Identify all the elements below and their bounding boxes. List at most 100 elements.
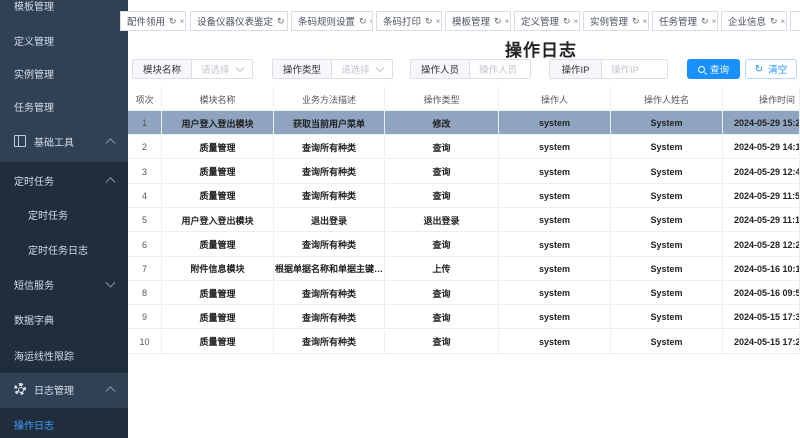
tag-label: 设备仪器仪表鉴定 <box>197 17 274 28</box>
tag-barcode-print[interactable]: 条码打印 ↻ × <box>376 11 442 31</box>
refresh-icon[interactable]: ↻ <box>425 16 433 27</box>
cell-op-type: 查询 <box>385 281 499 306</box>
cell-method-desc: 根据单据名称和单据主键… <box>274 256 385 281</box>
cell-module: 质量管理 <box>162 232 274 257</box>
gear-icon <box>14 383 26 395</box>
column-header-operator-name[interactable]: 操作人姓名 <box>611 87 723 111</box>
cell-op-time: 2024-05-16 09:5 <box>723 281 800 306</box>
close-icon[interactable]: × <box>370 17 372 26</box>
chevron-down-icon <box>105 277 116 288</box>
cell-module: 附件信息模块 <box>162 256 274 281</box>
query-button[interactable]: 查询 <box>687 59 740 79</box>
tag-enterprise-info[interactable]: 企业信息 ↻ × <box>721 11 787 31</box>
cell-index: 8 <box>128 281 162 306</box>
cell-module: 用户登入登出模块 <box>162 111 274 135</box>
search-icon <box>697 65 705 73</box>
tag-label: 任务管理 <box>659 17 698 28</box>
column-header-method-desc[interactable]: 业务方法描述 <box>274 87 385 111</box>
close-icon[interactable]: × <box>180 17 185 26</box>
tag-label: 条码打印 <box>383 17 422 28</box>
ip-filter-label: 操作IP <box>550 60 602 78</box>
sidebar-item-scheduled-tasks[interactable]: 定时任务 <box>0 198 128 231</box>
cell-method-desc: 查询所有种类 <box>274 281 385 306</box>
column-header-module[interactable]: 模块名称 <box>162 87 274 111</box>
refresh-icon[interactable]: ↻ <box>632 16 640 27</box>
tag-instrument-calibration[interactable]: 设备仪器仪表鉴定 ↻ × <box>190 11 288 31</box>
sidebar-item-label: 短信服务 <box>14 280 54 292</box>
cell-index: 2 <box>128 135 162 160</box>
table-row[interactable]: 5 用户登入登出模块 退出登录 退出登录 system System 2024-05-29 … <box>128 208 800 233</box>
sidebar-item-data-dictionary[interactable]: 数据字典 <box>0 301 128 337</box>
cell-op-time: 2024-05-29 11:5 <box>723 183 800 208</box>
close-icon[interactable]: × <box>436 17 441 26</box>
tag-template-mgmt[interactable]: 模板管理 ↻ × <box>445 11 511 31</box>
tag-parts-requisition[interactable]: 配件领用 ↻ × <box>120 11 186 31</box>
sidebar-item-label: 定时任务 <box>28 211 68 222</box>
column-header-operator[interactable]: 操作人 <box>499 87 611 111</box>
sidebar-item-scheduled-task-log[interactable]: 定时任务日志 <box>0 231 128 267</box>
refresh-icon[interactable]: ↻ <box>169 16 177 27</box>
sidebar-item-operation-log[interactable]: 操作日志 <box>0 408 128 438</box>
close-icon[interactable]: × <box>712 17 717 26</box>
operator-input[interactable]: 操作人员 <box>470 60 530 78</box>
cell-index: 4 <box>128 183 162 208</box>
refresh-icon[interactable]: ↻ <box>277 16 285 27</box>
operator-filter[interactable]: 操作人员 操作人员 <box>410 59 531 79</box>
ip-input[interactable]: 操作IP <box>602 60 667 78</box>
table-row[interactable]: 9 质量管理 查询所有种类 查询 system System 2024-05-15 17:3 <box>128 305 800 330</box>
tag-task-mgmt[interactable]: 任务管理 ↻ × <box>652 11 718 31</box>
module-filter[interactable]: 模块名称 请选择 <box>132 59 253 79</box>
refresh-icon[interactable]: ↻ <box>494 16 502 27</box>
ip-filter[interactable]: 操作IP 操作IP <box>549 59 668 79</box>
sidebar: 模板管理 定义管理 实例管理 任务管理 基础工具 定时任务 定时任务 定时任务日… <box>0 0 128 438</box>
sidebar-item-log-mgmt[interactable]: 日志管理 <box>0 374 128 404</box>
tag-instance-mgmt[interactable]: 实例管理 ↻ × <box>583 11 649 31</box>
column-header-op-time[interactable]: 操作时间 <box>723 87 800 111</box>
sidebar-item-sms-service[interactable]: 短信服务 <box>0 267 128 301</box>
close-icon[interactable]: × <box>781 17 786 26</box>
cell-operator: system <box>499 183 611 208</box>
sidebar-item-task-mgmt[interactable]: 任务管理 <box>0 91 128 121</box>
close-icon[interactable]: × <box>505 17 510 26</box>
tools-icon <box>14 135 26 147</box>
tag-barcode-rules[interactable]: 条码规则设置 ↻ × <box>291 11 373 31</box>
tag-label: 定义管理 <box>521 17 560 28</box>
refresh-icon[interactable]: ↻ <box>359 16 367 27</box>
sidebar-item-instance-mgmt[interactable]: 实例管理 <box>0 58 128 88</box>
module-select[interactable]: 请选择 <box>192 60 252 78</box>
column-header-index[interactable]: 项次 <box>128 87 162 111</box>
refresh-icon[interactable]: ↻ <box>563 16 571 27</box>
table-row[interactable]: 4 质量管理 查询所有种类 查询 system System 2024-05-29 11:5 <box>128 183 800 208</box>
table-row[interactable]: 3 质量管理 查询所有种类 查询 system System 2024-05-29 12:4 <box>128 159 800 184</box>
table-row[interactable]: 8 质量管理 查询所有种类 查询 system System 2024-05-16 09:5 <box>128 281 800 306</box>
sidebar-item-template-mgmt[interactable]: 模板管理 <box>0 0 128 14</box>
reset-button[interactable]: ↻ 清空 <box>745 59 797 79</box>
op-type-select[interactable]: 请选择 <box>332 60 392 78</box>
tag-definition-mgmt[interactable]: 定义管理 ↻ × <box>514 11 580 31</box>
cell-operator-name: System <box>611 329 723 354</box>
chevron-up-icon <box>105 138 116 149</box>
module-filter-label: 模块名称 <box>133 60 192 78</box>
cell-op-time: 2024-05-15 17:2 <box>723 329 800 354</box>
table-row[interactable]: 7 附件信息模块 根据单据名称和单据主键… 上传 system System 2024-05… <box>128 256 800 281</box>
sidebar-item-basic-tools[interactable]: 基础工具 <box>0 126 128 156</box>
table-row[interactable]: 10 质量管理 查询所有种类 查询 system System 2024-05-15 17:… <box>128 329 800 354</box>
sidebar-item-label: 定义管理 <box>14 36 54 48</box>
sidebar-item-scheduled-tasks-group[interactable]: 定时任务 <box>0 162 128 198</box>
table-row[interactable]: 6 质量管理 查询所有种类 查询 system System 2024-05-28 12:2 <box>128 232 800 257</box>
sidebar-item-shipping-tracking[interactable]: 海运线性限踪 <box>0 337 128 373</box>
refresh-icon[interactable]: ↻ <box>701 16 709 27</box>
close-icon[interactable]: × <box>643 17 648 26</box>
cell-index: 3 <box>128 159 162 184</box>
op-type-filter[interactable]: 操作类型 请选择 <box>272 59 393 79</box>
refresh-icon[interactable]: ↻ <box>770 16 778 27</box>
table-row[interactable]: 1 用户登入登出模块 获取当前用户菜单 修改 system System 2024-05-2… <box>128 111 800 135</box>
module-select-placeholder: 请选择 <box>201 65 230 76</box>
tag-overflow[interactable] <box>790 11 800 31</box>
tag-label: 条码规则设置 <box>298 17 356 28</box>
table-row[interactable]: 2 质量管理 查询所有种类 查询 system System 2024-05-29 14:1 <box>128 135 800 160</box>
sidebar-item-definition-mgmt[interactable]: 定义管理 <box>0 25 128 55</box>
close-icon[interactable]: × <box>574 17 579 26</box>
tag-label: 配件领用 <box>127 17 166 28</box>
column-header-op-type[interactable]: 操作类型 <box>385 87 499 111</box>
